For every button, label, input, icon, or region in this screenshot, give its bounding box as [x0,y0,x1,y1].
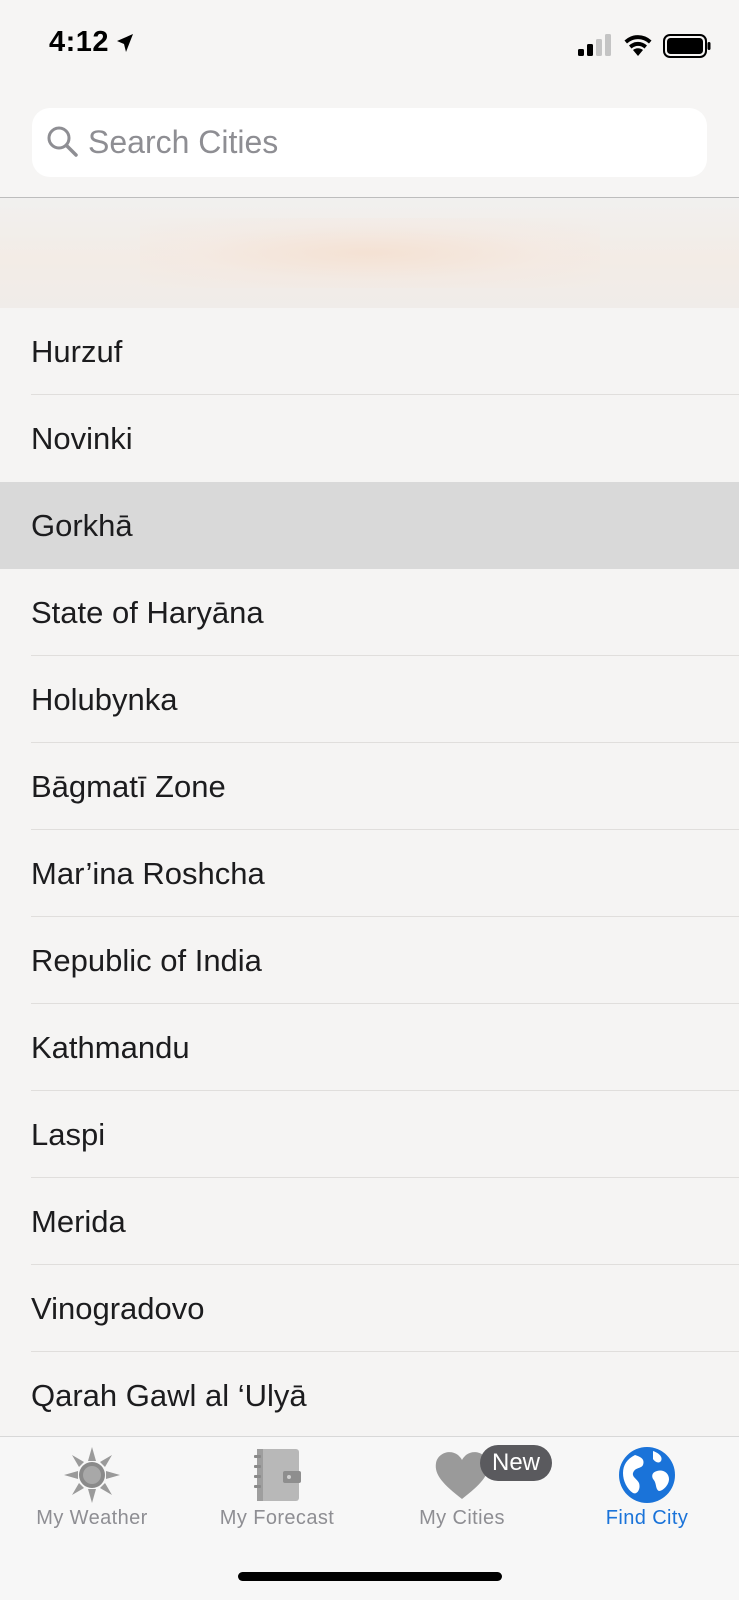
tab-my-weather[interactable]: My Weather [0,1437,184,1547]
city-name: Qarah Gawl al ‘Ulyā [31,1378,307,1413]
search-input[interactable] [88,108,688,177]
city-row[interactable]: Bāgmatī Zone [0,743,739,830]
banner-glow [140,218,600,288]
wifi-icon [624,35,652,56]
city-name: Mar’ina Roshcha [31,856,265,891]
location-arrow-icon [117,34,133,52]
search-bar[interactable] [32,108,707,177]
city-row[interactable]: Laspi [0,1091,739,1178]
battery-icon [663,34,711,58]
notebook-icon [254,1449,301,1501]
city-name: Hurzuf [31,334,123,369]
city-row[interactable]: Holubynka [0,656,739,743]
city-list: Hurzuf Novinki Gorkhā State of Haryāna H… [0,308,739,1439]
city-row[interactable]: Republic of India [0,917,739,1004]
city-name: Gorkhā [31,508,133,543]
city-row[interactable]: Merida [0,1178,739,1265]
city-row[interactable]: Mar’ina Roshcha [0,830,739,917]
new-badge: New [480,1445,553,1481]
tab-find-city[interactable]: Find City [555,1437,739,1547]
globe-icon [619,1447,675,1503]
city-row-selected[interactable]: Gorkhā [0,482,739,569]
tab-my-forecast[interactable]: My Forecast [185,1437,369,1547]
city-name: Laspi [31,1117,106,1152]
status-bar: 4:12 [0,0,739,90]
tab-label: My Cities [419,1507,505,1529]
city-name: State of Haryāna [31,595,264,630]
city-name: Kathmandu [31,1030,190,1065]
tab-label: My Forecast [219,1507,335,1529]
city-name: Bāgmatī Zone [31,769,226,804]
banner-area [0,198,739,308]
city-name: Holubynka [31,682,178,717]
city-row[interactable]: Vinogradovo [0,1265,739,1352]
tab-label: Find City [605,1507,689,1529]
status-time: 4:12 [49,26,110,58]
city-name: Merida [31,1204,126,1239]
city-name: Vinogradovo [31,1291,205,1326]
home-indicator[interactable] [238,1572,502,1581]
city-row[interactable]: Novinki [0,395,739,482]
city-name: Republic of India [31,943,262,978]
search-icon [47,126,78,157]
city-row[interactable]: Hurzuf [0,308,739,395]
cellular-signal-icon [578,34,611,56]
city-row[interactable]: State of Haryāna [0,569,739,656]
city-row[interactable]: Kathmandu [0,1004,739,1091]
city-row[interactable]: Qarah Gawl al ‘Ulyā [0,1352,739,1439]
sun-icon [64,1447,120,1503]
tab-label: My Weather [36,1507,148,1529]
city-name: Novinki [31,421,133,456]
